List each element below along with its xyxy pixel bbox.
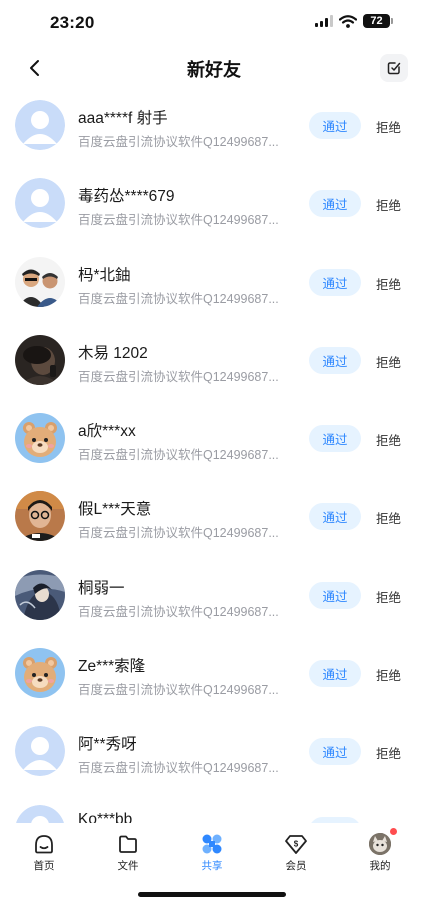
- reject-button[interactable]: 拒绝: [376, 665, 401, 684]
- svg-text:$: $: [294, 840, 299, 849]
- tab-label: 文件: [117, 860, 139, 872]
- friend-name: 阿**秀呀: [78, 736, 137, 754]
- home-indicator[interactable]: [138, 892, 286, 897]
- edit-button[interactable]: [380, 54, 408, 82]
- page-title: 新好友: [187, 60, 241, 80]
- tab-label: 首页: [33, 860, 55, 872]
- home-icon: [35, 835, 53, 854]
- avatar-bear: [15, 413, 65, 464]
- friend-subtitle: 百度云盘引流协议软件Q12499687...: [78, 135, 279, 149]
- friend-request-row: a欣***xx 百度云盘引流协议软件Q12499687... 通过 拒绝: [0, 399, 428, 477]
- tab-vip[interactable]: $ 会员: [266, 829, 326, 873]
- approve-button[interactable]: 通过: [309, 268, 361, 296]
- friend-request-row: 阿**秀呀 百度云盘引流协议软件Q12499687... 通过 拒绝: [0, 712, 428, 790]
- notification-dot: [390, 828, 397, 835]
- friend-subtitle: 百度云盘引流协议软件Q12499687...: [78, 291, 279, 306]
- friend-request-list: aaa****f 射手 百度云盘引流协议软件Q12499687... 通过 拒绝…: [0, 86, 428, 823]
- tab-label: 会员: [285, 860, 307, 872]
- avatar-photo-glasses-boy: [15, 491, 65, 542]
- tab-share[interactable]: 共享: [182, 829, 242, 873]
- approve-button[interactable]: 通过: [309, 425, 361, 453]
- reject-button[interactable]: 拒绝: [376, 352, 401, 371]
- battery-icon: 72: [363, 14, 393, 28]
- share-icon: [202, 834, 222, 854]
- reject-button[interactable]: 拒绝: [376, 195, 401, 214]
- avatar-default: [15, 726, 65, 777]
- status-time: 23:20: [50, 13, 95, 32]
- friend-request-row: 假L***天意 百度云盘引流协议软件Q12499687... 通过 拒绝: [0, 477, 428, 555]
- avatar-photo-artwork: [15, 569, 65, 620]
- approve-button[interactable]: 通过: [309, 503, 361, 531]
- friend-name: aaa****f 射手: [78, 110, 168, 127]
- reject-button[interactable]: 拒绝: [376, 117, 401, 136]
- approve-button[interactable]: 通过: [309, 190, 361, 218]
- friend-request-row: 木易 1202 百度云盘引流协议软件Q12499687... 通过 拒绝: [0, 321, 428, 399]
- folder-icon: [119, 835, 137, 853]
- friend-request-row: aaa****f 射手 百度云盘引流协议软件Q12499687... 通过 拒绝: [0, 86, 428, 164]
- friend-name: 杩*北鈾: [78, 266, 131, 284]
- friend-name: 假L***天意: [78, 501, 152, 519]
- friend-request-row: 毒药怂****679 百度云盘引流协议软件Q12499687... 通过 拒绝: [0, 164, 428, 242]
- wifi-icon: [339, 14, 357, 28]
- tab-profile[interactable]: 我的: [350, 829, 410, 873]
- tab-label: 我的: [369, 860, 391, 872]
- friend-subtitle: 百度云盘引流协议软件Q12499687...: [78, 448, 279, 463]
- status-bar: 23:20 72: [0, 0, 428, 46]
- avatar-default: [15, 100, 65, 150]
- reject-button[interactable]: 拒绝: [376, 274, 401, 293]
- avatar-default: [15, 804, 65, 823]
- friend-subtitle: 百度云盘引流协议软件Q12499687...: [78, 526, 279, 541]
- avatar-default: [15, 178, 65, 229]
- approve-button[interactable]: 通过: [309, 112, 361, 139]
- profile-avatar: [369, 833, 391, 855]
- friend-request-row: 杩*北鈾 百度云盘引流协议软件Q12499687... 通过 拒绝: [0, 243, 428, 321]
- friend-subtitle: 百度云盘引流协议软件Q12499687...: [78, 213, 279, 228]
- friend-name: Ze***索隆: [78, 658, 146, 676]
- nav-bar: 新好友: [0, 46, 428, 90]
- friend-name: 木易 1202: [78, 344, 148, 362]
- approve-button[interactable]: 通过: [309, 738, 361, 766]
- friend-subtitle: 百度云盘引流协议软件Q12499687...: [78, 604, 279, 619]
- avatar-photo-dark: [15, 334, 65, 385]
- approve-button[interactable]: 通过: [309, 581, 361, 609]
- reject-button[interactable]: 拒绝: [376, 430, 401, 449]
- avatar-photo-two-people: [15, 256, 65, 307]
- avatar-bear: [15, 648, 65, 699]
- tab-label: 共享: [201, 860, 223, 872]
- friend-subtitle: 百度云盘引流协议软件Q12499687...: [78, 369, 279, 384]
- friend-request-row: Ze***索隆 百度云盘引流协议软件Q12499687... 通过 拒绝: [0, 634, 428, 712]
- edit-square-icon: [387, 62, 401, 75]
- battery-level: 72: [370, 15, 383, 27]
- friend-name: Ko***bb: [78, 810, 133, 823]
- reject-button[interactable]: 拒绝: [376, 508, 401, 527]
- vip-icon: $: [285, 835, 307, 854]
- friend-name: 毒药怂****679: [78, 188, 175, 206]
- friend-subtitle: 百度云盘引流协议软件Q12499687...: [78, 761, 279, 776]
- friend-name: a欣***xx: [78, 423, 136, 441]
- friend-request-row: Ko***bb 百度云盘引流协议软件Q12499687... 通过 拒绝: [0, 791, 428, 823]
- cellular-signal-icon: [315, 15, 333, 27]
- reject-button[interactable]: 拒绝: [376, 587, 401, 606]
- friend-name: 桐弱一: [78, 579, 125, 597]
- status-icons: 72: [315, 14, 393, 28]
- approve-button[interactable]: 通过: [309, 346, 361, 374]
- reject-button[interactable]: 拒绝: [376, 743, 401, 762]
- tab-files[interactable]: 文件: [98, 829, 158, 873]
- approve-button[interactable]: 通过: [309, 660, 361, 688]
- friend-request-row: 桐弱一 百度云盘引流协议软件Q12499687... 通过 拒绝: [0, 556, 428, 634]
- bottom-tab-bar: 首页 文件 共享 $ 会员 我的: [0, 823, 428, 897]
- tab-home[interactable]: 首页: [14, 829, 74, 873]
- friend-subtitle: 百度云盘引流协议软件Q12499687...: [78, 683, 279, 698]
